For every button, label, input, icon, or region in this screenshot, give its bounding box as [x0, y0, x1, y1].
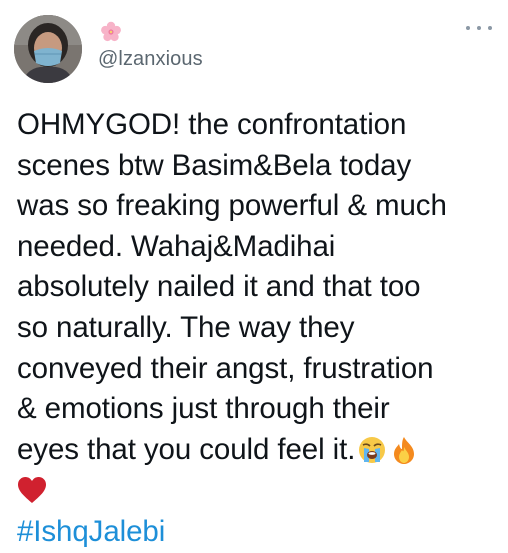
more-dots-icon[interactable]: [466, 22, 492, 34]
tweet-text-line: eyes that you could feel it.: [17, 432, 356, 466]
tweet-text-last-line: eyes that you could feel it.: [17, 430, 501, 471]
tweet-text-line: so naturally. The way they: [17, 310, 355, 344]
heart-line: [17, 470, 501, 510]
tweet-text-line: needed. Wahaj&Madihai: [17, 229, 336, 263]
tweet-text-line: OHMYGOD! the confrontation: [17, 108, 407, 141]
dot: [477, 26, 481, 30]
tweet-text-line: & emotions just through their: [17, 392, 390, 426]
fire-icon: [394, 436, 415, 464]
dot: [488, 26, 492, 30]
tweet-card: @lzanxious OHMYGOD! the confrontation sc…: [0, 0, 508, 552]
cherry-blossom-icon: [101, 21, 121, 42]
tweet-text-line: conveyed their angst, frustration: [17, 351, 434, 385]
red-heart-icon: [18, 477, 46, 504]
user-handle[interactable]: @lzanxious: [98, 48, 203, 71]
tweet-text-line: was so freaking powerful & much: [17, 189, 447, 223]
hashtag-link[interactable]: #IshqJalebi: [17, 512, 501, 553]
avatar[interactable]: [14, 15, 82, 83]
tweet-text-line: absolutely nailed it and that too: [17, 270, 421, 304]
loudly-crying-face-icon: [359, 436, 386, 463]
tweet-text: OHMYGOD! the confrontation scenes btw Ba…: [17, 105, 501, 553]
dot: [466, 26, 470, 30]
tweet-text-line: scenes btw Basim&Bela today: [17, 148, 412, 182]
